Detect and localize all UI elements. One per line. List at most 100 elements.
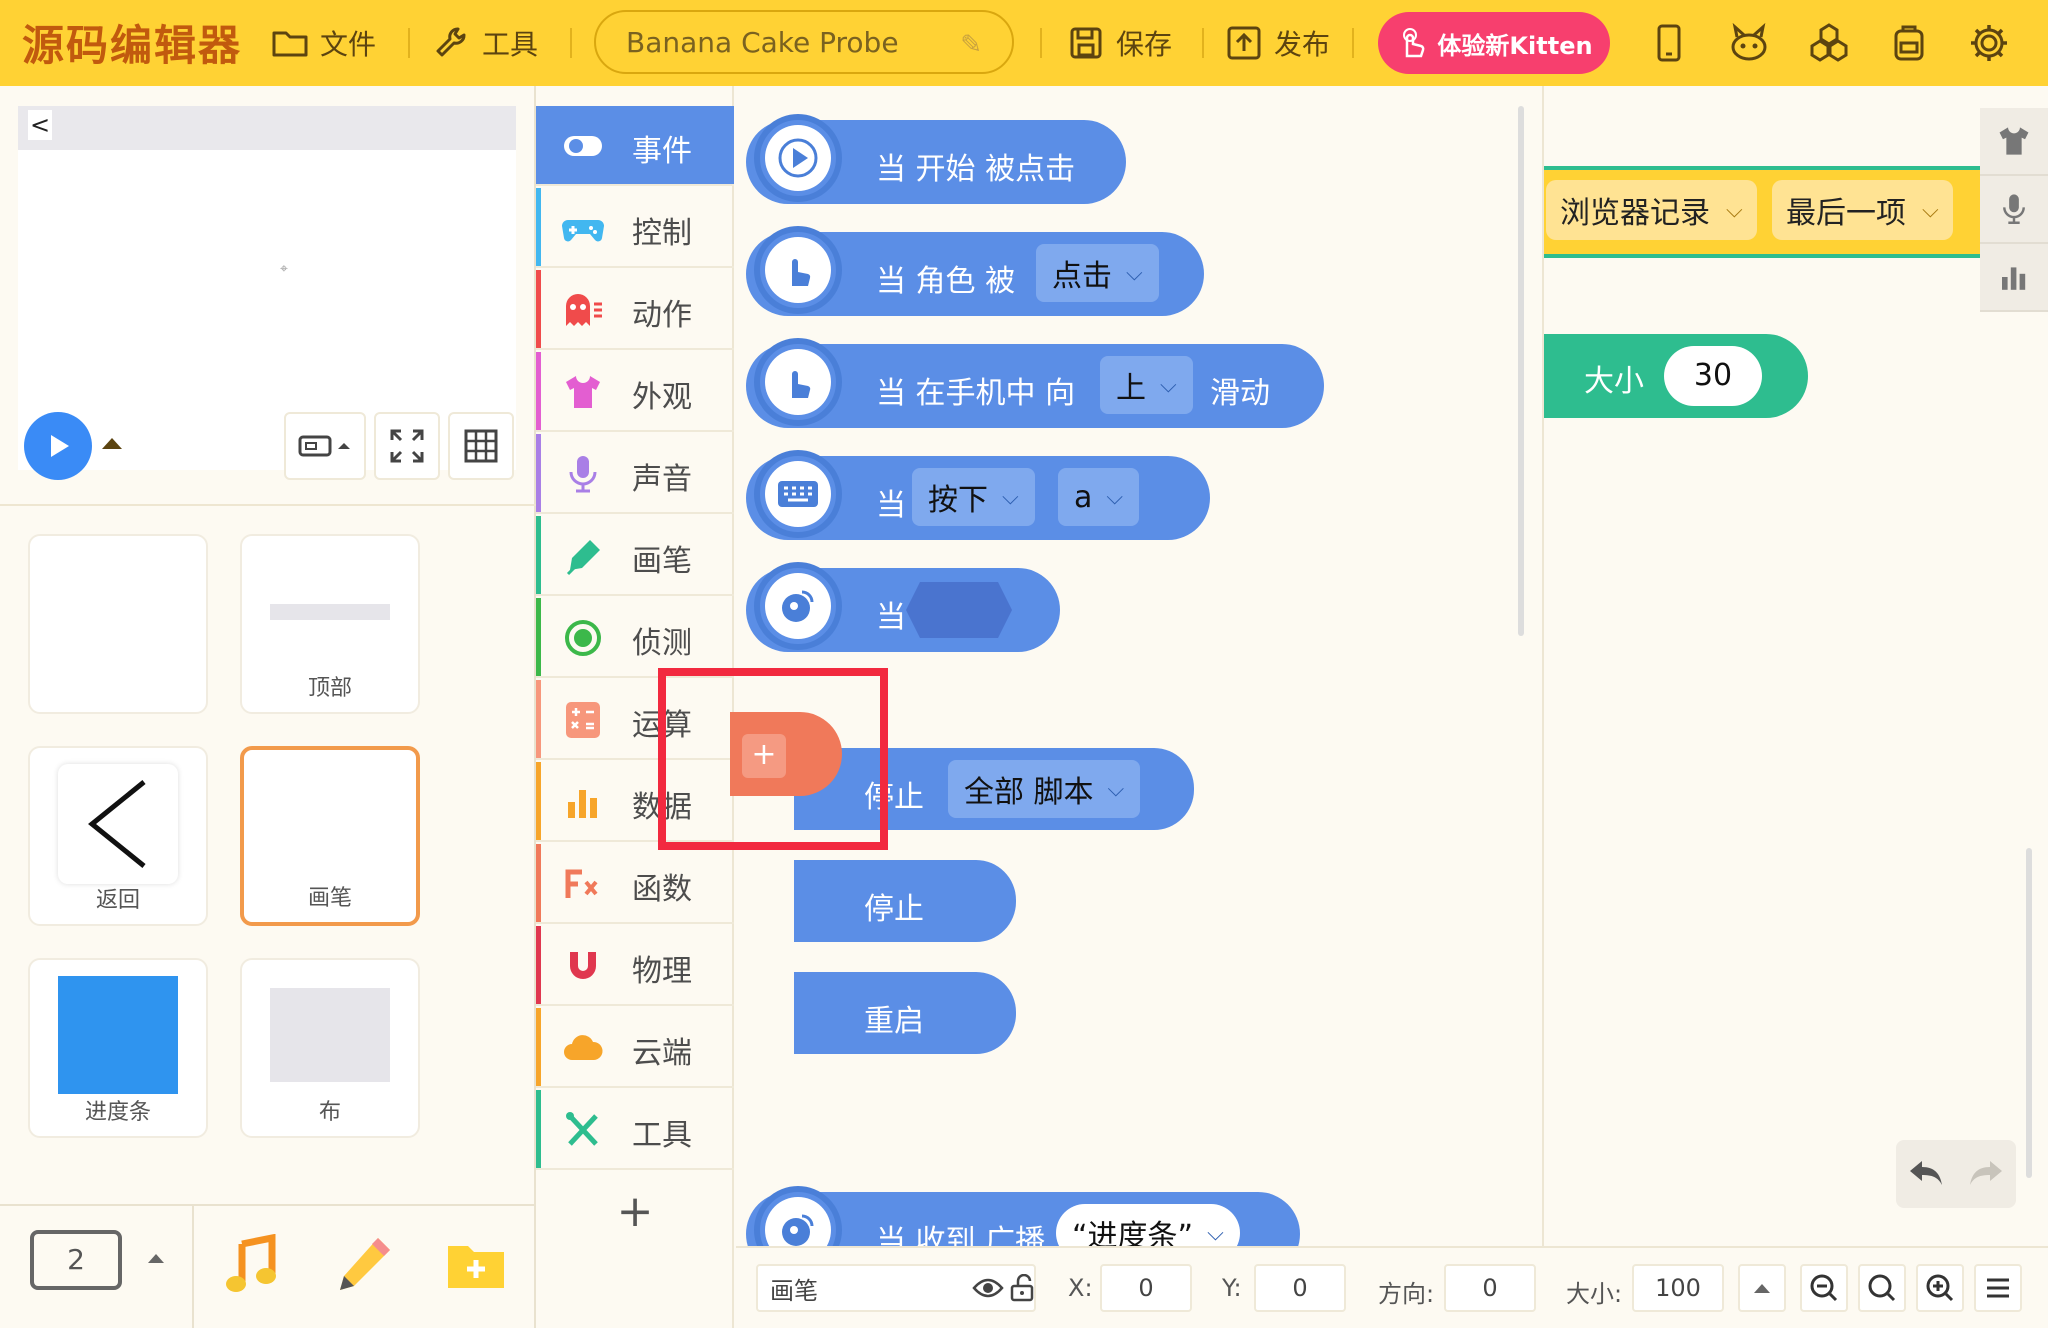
category-event[interactable]: 事件 — [536, 106, 734, 186]
run-button[interactable] — [24, 412, 92, 480]
file-menu[interactable]: 文件 — [270, 20, 376, 66]
script-workspace[interactable]: 浏览器记录 ⌵ 最后一项 ⌵ 大小 30 — [1544, 86, 2048, 1246]
category-color-bar — [536, 598, 541, 676]
stop-target-dropdown[interactable]: 全部 脚本 ⌵ — [948, 760, 1141, 818]
category-physics[interactable]: 物理 — [536, 926, 734, 1006]
undo-icon[interactable] — [1906, 1157, 1946, 1191]
y-input[interactable]: 0 — [1254, 1264, 1346, 1312]
category-color-bar — [536, 270, 541, 348]
add-category-button[interactable]: + — [536, 1176, 734, 1248]
block-when-condition[interactable]: 当 — [746, 562, 1060, 652]
block-restart[interactable]: 重启 — [794, 972, 1016, 1054]
block-when-key-pressed[interactable]: 当 按下 ⌵ a ⌵ — [746, 450, 1210, 540]
creature-button[interactable] — [1724, 18, 1774, 68]
grid-button[interactable] — [448, 412, 514, 480]
category-looks[interactable]: 外观 — [536, 352, 734, 432]
stage-screen-header: < — [18, 106, 516, 150]
sprite-name: 返回 — [95, 888, 140, 913]
data-tab[interactable] — [1980, 244, 2048, 312]
block-text: 当 角色 被 — [876, 264, 1016, 299]
sprite-card[interactable]: 返回 — [28, 746, 208, 926]
zoom-reset-button[interactable] — [1858, 1264, 1906, 1312]
workspace-scrollbar[interactable] — [2026, 848, 2032, 1178]
block-when-swipe[interactable]: 当 在手机中 向 上 ⌵ 滑动 — [746, 338, 1324, 428]
zoom-out-button[interactable] — [1800, 1264, 1848, 1312]
category-pen[interactable]: 画笔 — [536, 516, 734, 596]
tools-menu[interactable]: 工具 — [432, 20, 538, 66]
bottom-toolbar: 2 — [0, 1204, 536, 1328]
zoom-in-button[interactable] — [1916, 1264, 1964, 1312]
sprite-card[interactable]: 布 — [240, 958, 420, 1138]
publish-button[interactable]: 发布 — [1224, 20, 1330, 66]
list-dropdown[interactable]: 浏览器记录 ⌵ — [1546, 180, 1757, 240]
sound-tab[interactable] — [1980, 176, 2048, 244]
sprite-name-field[interactable]: 画笔 — [756, 1264, 1036, 1312]
screen-switcher[interactable]: 2 — [0, 1206, 194, 1328]
block-text: 大小 — [1584, 364, 1644, 399]
settings-button[interactable] — [1964, 18, 2014, 68]
device-button[interactable] — [1644, 18, 1694, 68]
stage-back-glyph: < — [28, 110, 52, 140]
block-when-start-clicked[interactable]: 当 开始 被点击 — [746, 114, 1126, 204]
category-color-bar — [536, 352, 541, 430]
screen-mode-button[interactable] — [284, 412, 366, 480]
costume-tab[interactable] — [1980, 108, 2048, 176]
status-collapse-button[interactable] — [1738, 1264, 1786, 1312]
run-options-caret[interactable] — [102, 438, 122, 449]
chevron-down-icon: ⌵ — [1126, 260, 1143, 286]
function-icon — [565, 869, 598, 898]
save-button[interactable]: 保存 — [1066, 20, 1172, 66]
block-icon-circle — [754, 562, 842, 650]
extensions-button[interactable] — [1804, 18, 1854, 68]
category-motion[interactable]: 动作 — [536, 270, 734, 350]
direction-input[interactable]: 0 — [1444, 1264, 1536, 1312]
sprite-event-dropdown[interactable]: 点击 ⌵ — [1036, 244, 1159, 302]
category-color-bar — [536, 1008, 541, 1086]
sprite-card[interactable]: 顶部 — [240, 534, 420, 714]
category-color-bar — [536, 680, 541, 758]
category-sound[interactable]: 声音 — [536, 434, 734, 514]
sprite-card-selected[interactable]: 画笔 — [240, 746, 420, 926]
list-item-dropdown[interactable]: 最后一项 ⌵ — [1772, 180, 1953, 240]
redo-icon[interactable] — [1966, 1157, 2006, 1191]
paint-button[interactable] — [308, 1206, 422, 1328]
project-title-field[interactable]: Banana Cake Probe ✎ — [594, 10, 1014, 74]
key-dropdown[interactable]: a ⌵ — [1058, 468, 1140, 526]
backpack-button[interactable] — [1884, 18, 1934, 68]
block-stop[interactable]: 停止 — [794, 860, 1016, 942]
category-color-bar — [536, 516, 541, 594]
music-note-icon — [226, 1234, 276, 1292]
swipe-direction-dropdown[interactable]: 上 ⌵ — [1100, 356, 1193, 414]
size-label: 大小: — [1566, 1280, 1623, 1308]
chevron-left-icon — [88, 780, 146, 868]
sprite-name: 布 — [318, 1100, 341, 1125]
try-kitten-button[interactable]: 体验新Kitten — [1378, 12, 1610, 74]
undo-redo-group — [1896, 1140, 2016, 1208]
sprite-card[interactable] — [28, 534, 208, 714]
category-label: 云端 — [632, 1036, 692, 1071]
stage-panel: < ⌖ 顶部 返回 画笔 进度条 布 2 — [0, 86, 536, 1328]
category-control[interactable]: 控制 — [536, 188, 734, 268]
size-input[interactable]: 100 — [1632, 1264, 1724, 1312]
condition-slot[interactable] — [904, 580, 1014, 640]
size-value-input[interactable]: 30 — [1664, 346, 1762, 406]
eye-icon[interactable] — [972, 1276, 1004, 1300]
key-action-dropdown[interactable]: 按下 ⌵ — [912, 468, 1035, 526]
unlock-icon[interactable] — [1008, 1274, 1036, 1302]
fullscreen-button[interactable] — [374, 412, 440, 480]
category-tools[interactable]: 工具 — [536, 1090, 734, 1170]
dropdown-value: 按下 — [928, 483, 988, 518]
palette-scrollbar[interactable] — [1518, 106, 1524, 636]
category-sensing[interactable]: 侦测 — [536, 598, 734, 678]
category-color-bar — [536, 762, 541, 840]
add-file-button[interactable] — [422, 1206, 536, 1328]
menu-button[interactable] — [1974, 1264, 2022, 1312]
category-functions[interactable]: 函数 — [536, 844, 734, 924]
microphone-icon — [569, 456, 597, 493]
block-when-sprite-clicked[interactable]: 当 角色 被 点击 ⌵ — [746, 226, 1204, 316]
pen-size-block[interactable]: 大小 30 — [1544, 334, 1808, 418]
music-button[interactable] — [194, 1206, 308, 1328]
category-cloud[interactable]: 云端 — [536, 1008, 734, 1088]
x-input[interactable]: 0 — [1100, 1264, 1192, 1312]
sprite-card[interactable]: 进度条 — [28, 958, 208, 1138]
